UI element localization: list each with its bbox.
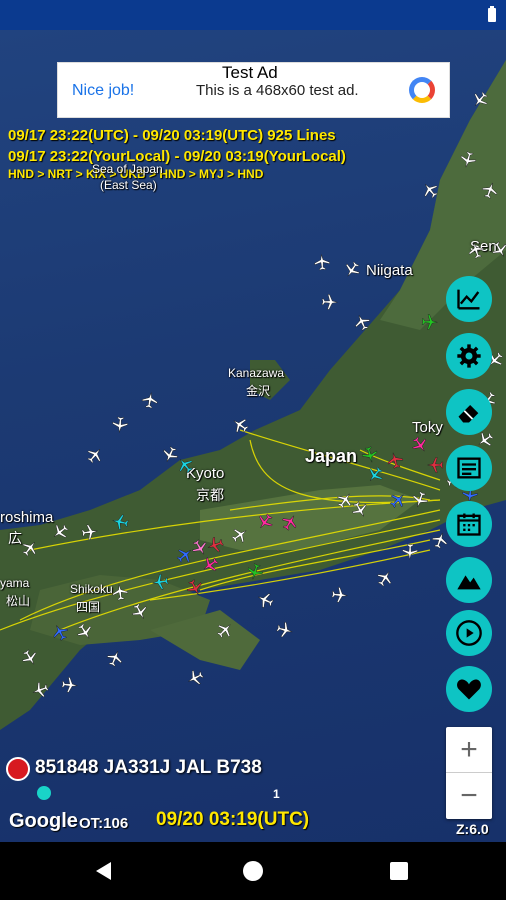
google-logo: Google [9, 810, 78, 832]
ad-body: This is a 468x60 test ad. [196, 82, 359, 99]
chart-button[interactable] [446, 276, 492, 322]
place-hiroshima: roshima [0, 509, 54, 526]
zoom-in-button[interactable]: + [446, 727, 492, 773]
place-tokyo: Toky [412, 419, 443, 436]
place-matsuyama: yama [0, 576, 30, 590]
play-button[interactable] [446, 610, 492, 656]
place-niigata: Niigata [366, 262, 413, 279]
ot-value: OT:106 [79, 815, 129, 832]
flight-map[interactable]: Nice job! This is a 468x60 test ad. Test… [0, 30, 506, 842]
play-icon [456, 620, 482, 646]
range-utc: 09/17 23:22(UTC) - 09/20 03:19(UTC) 925 … [8, 127, 336, 144]
calendar-icon [457, 513, 481, 536]
place-japan: Japan [305, 446, 358, 466]
settings-button[interactable] [446, 333, 492, 379]
zoom-control: + − [446, 727, 492, 819]
flight-info[interactable]: 851848 JA331J JAL B738 [35, 757, 262, 779]
place-sendai: Sen [470, 238, 497, 255]
list-button[interactable] [446, 445, 492, 491]
status-dot-icon [37, 786, 51, 800]
place-kyoto-jp: 京都 [196, 487, 224, 503]
list-icon [457, 457, 481, 479]
range-local: 09/17 23:22(YourLocal) - 09/20 03:19(You… [8, 148, 346, 165]
status-bar [0, 0, 506, 30]
place-east-sea: (East Sea) [100, 178, 157, 192]
place-kanazawa-jp: 金沢 [246, 384, 271, 398]
chart-icon [457, 289, 480, 310]
gear-icon [457, 344, 481, 368]
place-matsuyama-jp: 松山 [6, 594, 31, 608]
ad-logo-icon [409, 77, 435, 103]
place-kyoto: Kyoto [186, 465, 225, 482]
heart-icon [457, 679, 481, 700]
back-icon[interactable] [96, 862, 111, 880]
terrain-button[interactable] [446, 557, 492, 603]
calendar-button[interactable] [446, 501, 492, 547]
eraser-icon [458, 405, 479, 423]
place-kanazawa: Kanazawa [228, 366, 285, 380]
place-shikoku: Shikoku [70, 582, 113, 596]
airline-logo-icon [6, 757, 30, 781]
place-shikoku-jp: 四国 [76, 600, 101, 614]
mountain-icon [457, 575, 481, 590]
place-hiroshima-jp: 広 [8, 530, 22, 546]
battery-icon [488, 6, 496, 22]
navigation-bar [0, 842, 506, 900]
eraser-button[interactable] [446, 389, 492, 435]
zoom-out-button[interactable]: − [446, 773, 492, 819]
sequence-number: 1 [273, 787, 280, 801]
home-icon[interactable] [243, 861, 263, 881]
ad-headline: Nice job! [72, 82, 135, 99]
current-time: 09/20 03:19(UTC) [156, 809, 310, 830]
ad-title: Test Ad [220, 63, 280, 83]
recent-apps-icon[interactable] [390, 862, 408, 880]
place-sea-of-japan: Sea of Japan [92, 162, 163, 176]
zoom-level: Z:6.0 [456, 821, 489, 837]
favorite-button[interactable] [446, 666, 492, 712]
